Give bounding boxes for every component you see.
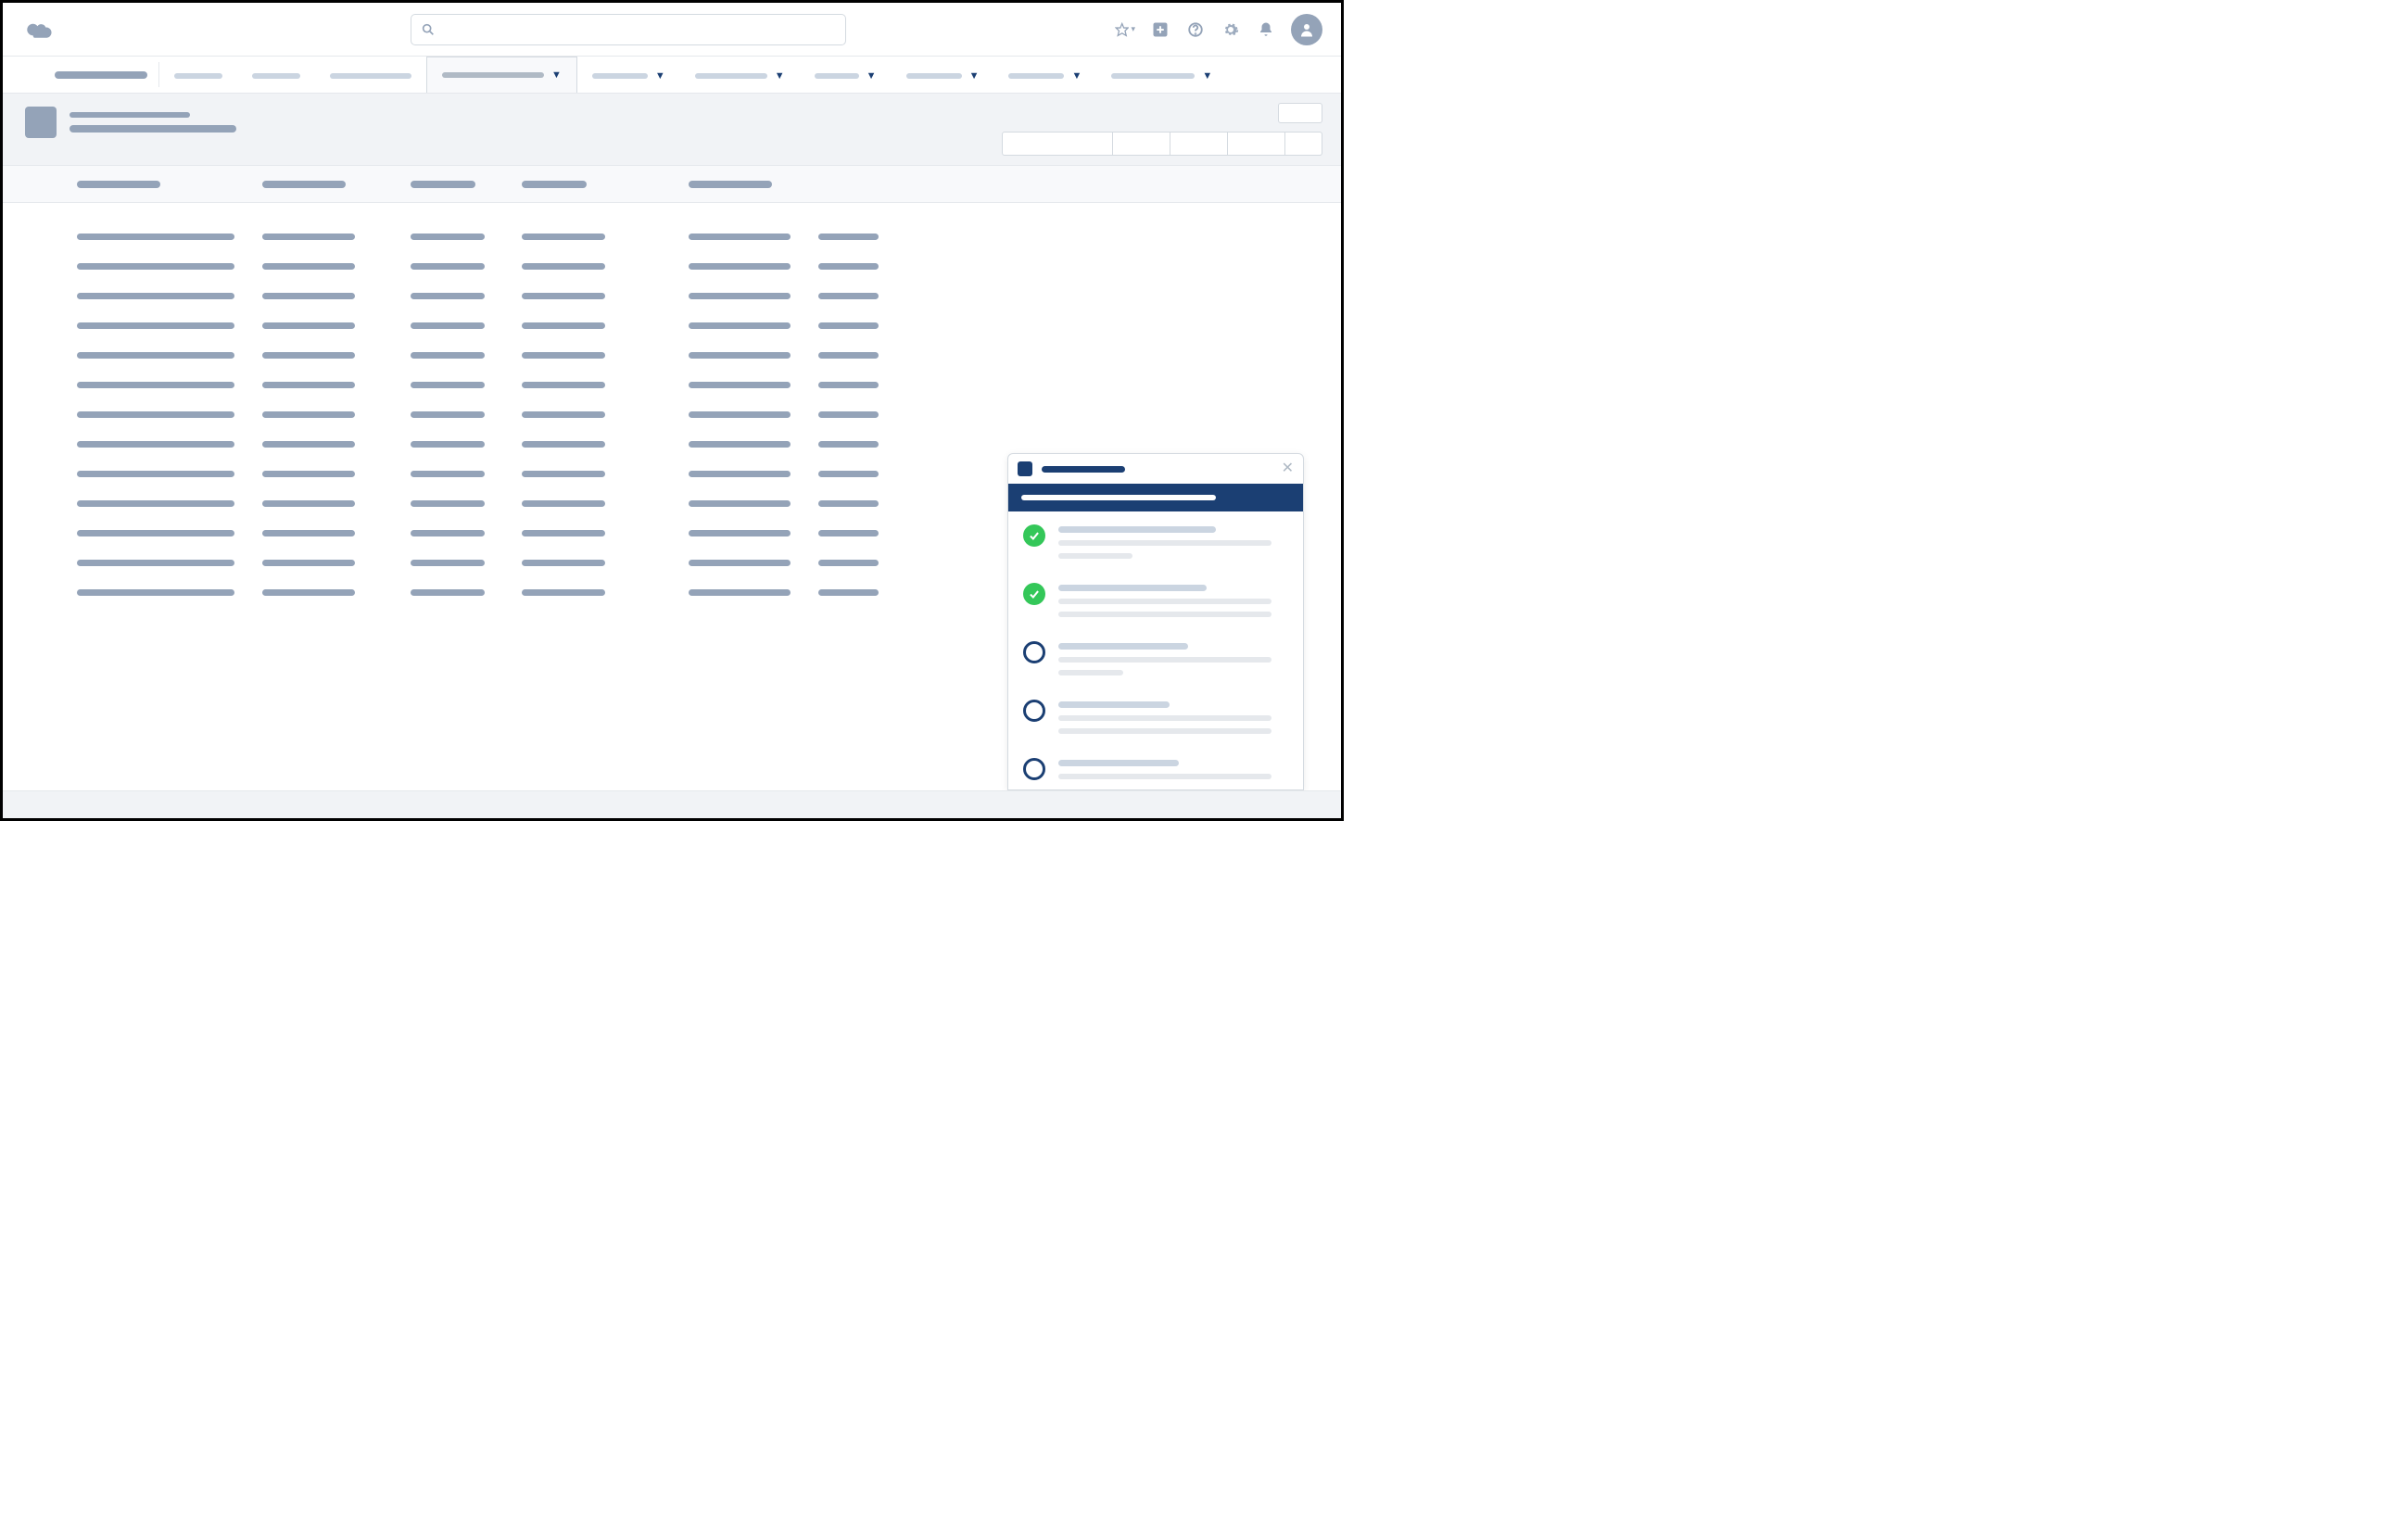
docked-guidance-panel: ✕ [1007,453,1304,790]
circle-outline-icon [1023,700,1045,722]
list-action-button[interactable] [1170,132,1228,156]
favorites-icon[interactable]: ▾ [1115,19,1135,40]
step-text [1058,583,1288,617]
table-row[interactable] [77,399,1341,429]
setup-gear-icon[interactable] [1221,19,1241,40]
circle-outline-icon [1023,758,1045,780]
circle-outline-icon [1023,641,1045,663]
table-header-row [3,166,1341,203]
panel-icon [1018,461,1032,476]
column-header[interactable] [522,181,587,188]
panel-title [1042,466,1125,473]
table-row[interactable] [77,221,1341,251]
nav-tab[interactable]: ▼ [577,57,680,93]
add-icon[interactable] [1150,19,1170,40]
notifications-bell-icon[interactable] [1256,19,1276,40]
table-row[interactable] [77,370,1341,399]
nav-tab[interactable]: ▼ [237,57,315,93]
close-icon[interactable]: ✕ [1282,461,1294,476]
app-name [55,57,158,93]
header-utility-icons: ▾ [1115,14,1322,45]
list-action-button[interactable] [1228,132,1285,156]
list-action-button[interactable] [1113,132,1170,156]
nav-tab[interactable]: ▼ [892,57,994,93]
global-header: ▾ [3,3,1341,57]
table-row[interactable] [77,310,1341,340]
nav-tab[interactable]: ▼ [993,57,1096,93]
nav-tab[interactable]: ▼ [315,57,426,93]
search-input[interactable] [443,22,836,37]
user-avatar[interactable] [1291,14,1322,45]
salesforce-cloud-logo [21,17,58,43]
nav-tab[interactable]: ▼ [426,57,577,93]
step-text [1058,700,1288,734]
app-launcher-icon[interactable] [3,57,55,93]
step-text [1058,524,1288,559]
guidance-step[interactable] [1023,700,1288,734]
guidance-step[interactable] [1023,583,1288,617]
object-label [70,112,190,118]
list-view-name[interactable] [70,125,236,133]
utility-bar [3,790,1341,818]
app-nav-bar: ▼▼▼▼▼▼▼▼▼▼ [3,57,1341,94]
header-action-small[interactable] [1278,103,1322,123]
table-row[interactable] [77,281,1341,310]
column-header[interactable] [262,181,346,188]
object-icon [25,107,57,138]
table-row[interactable] [77,340,1341,370]
global-search[interactable] [411,14,846,45]
list-view-header [3,94,1341,166]
column-header[interactable] [77,181,160,188]
list-action-button[interactable] [1285,132,1322,156]
nav-tab[interactable]: ▼ [800,57,892,93]
column-header[interactable] [689,181,772,188]
guidance-step[interactable] [1023,758,1288,780]
table-row[interactable] [77,251,1341,281]
column-header[interactable] [411,181,475,188]
step-text [1058,641,1288,675]
panel-banner [1008,484,1303,511]
nav-tab[interactable]: ▼ [680,57,800,93]
search-icon [421,22,436,37]
help-icon[interactable] [1185,19,1206,40]
guidance-step[interactable] [1023,524,1288,559]
list-view-controls [1002,132,1322,156]
check-circle-icon [1023,583,1045,605]
guidance-step[interactable] [1023,641,1288,675]
panel-banner-text [1021,495,1216,500]
panel-header[interactable]: ✕ [1008,454,1303,484]
list-action-button[interactable] [1002,132,1113,156]
check-circle-icon [1023,524,1045,547]
nav-tab[interactable]: ▼ [1096,57,1227,93]
nav-tab[interactable]: ▼ [159,57,237,93]
step-text [1058,758,1288,780]
